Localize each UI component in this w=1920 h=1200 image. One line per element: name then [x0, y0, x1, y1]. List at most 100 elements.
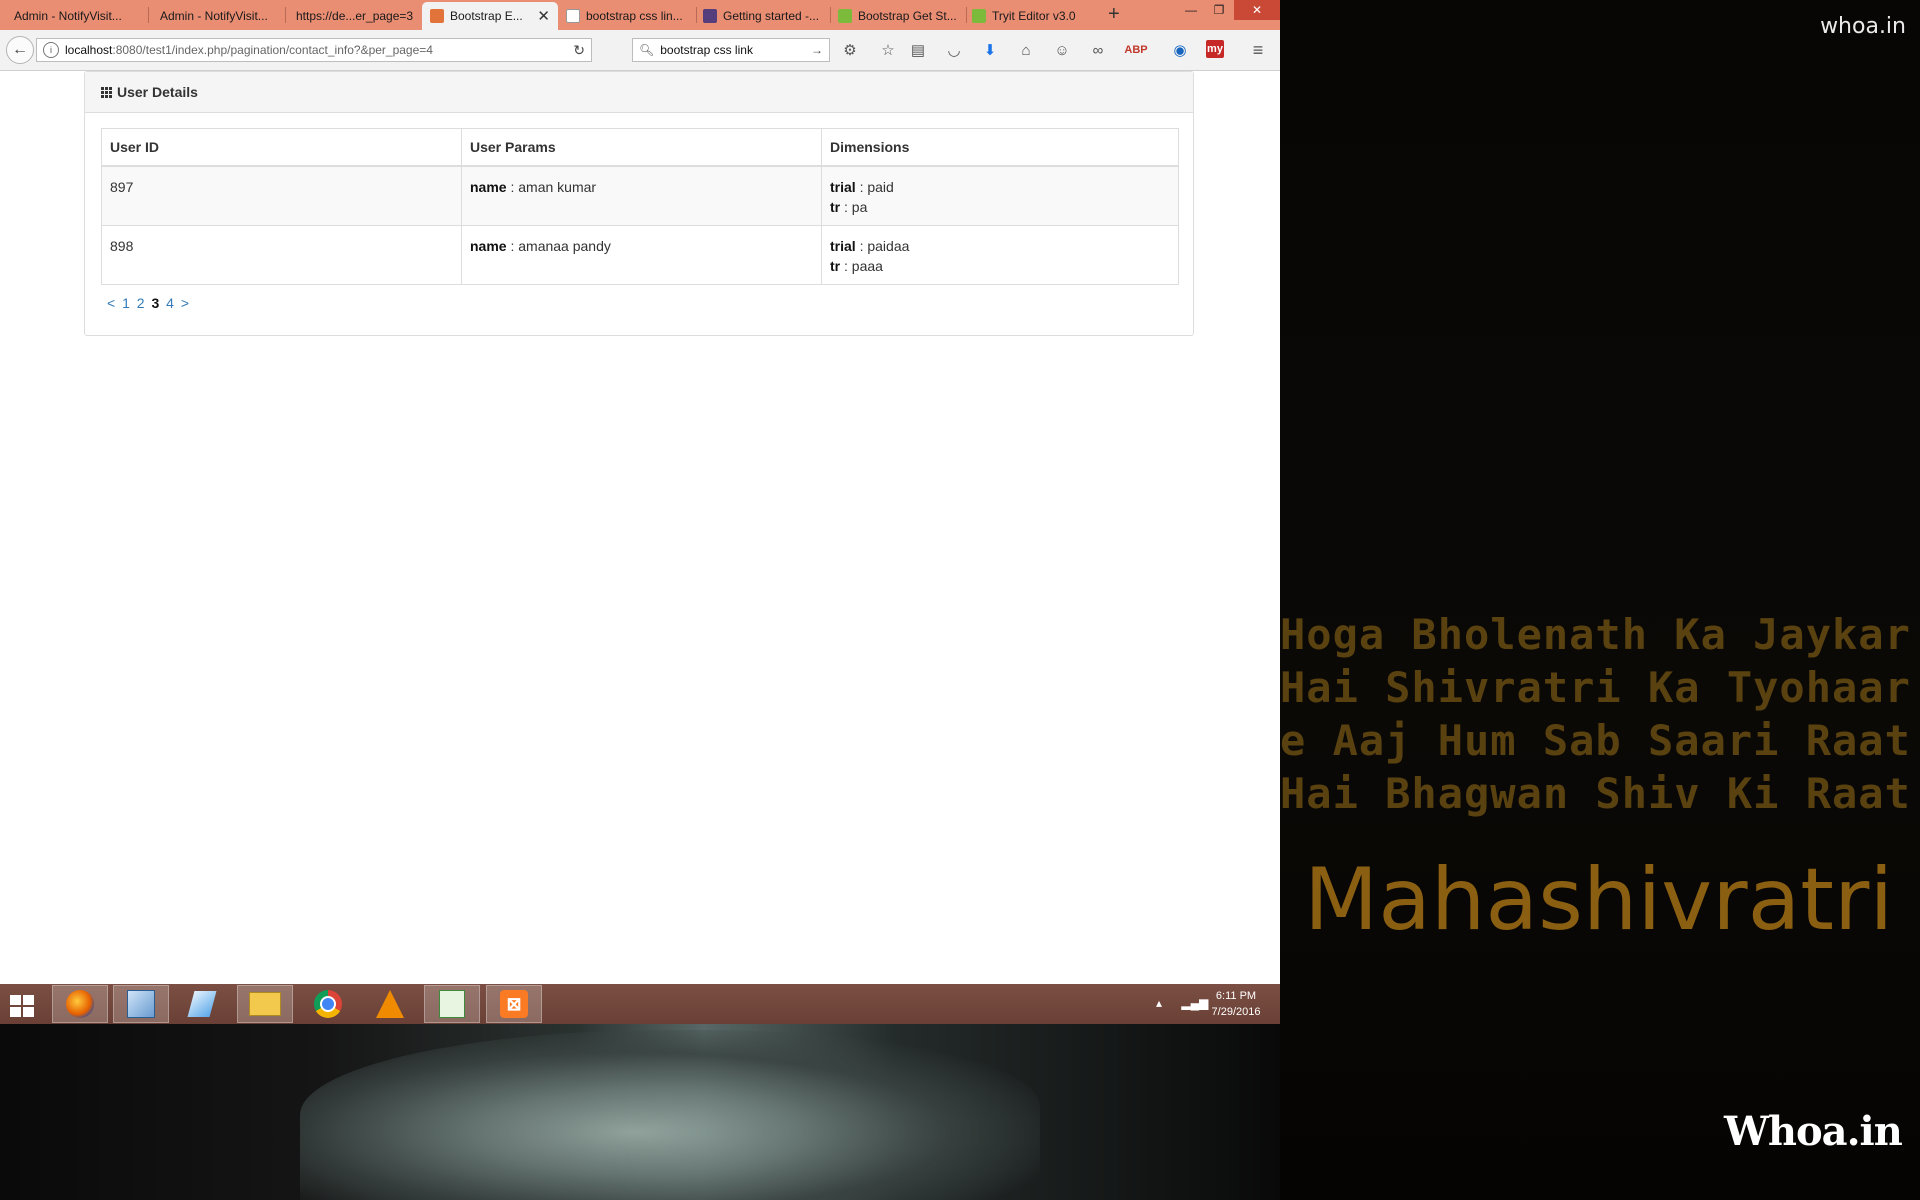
xampp-icon: ⊠: [500, 990, 528, 1018]
bookmarks-menu-icon[interactable]: ▤: [908, 40, 928, 60]
tab-google-search[interactable]: bootstrap css lin...: [566, 2, 696, 30]
hamburger-menu-icon[interactable]: ≡: [1248, 40, 1268, 60]
tab-bootstrap-active[interactable]: Bootstrap E... ✕: [422, 2, 558, 30]
column-header-user-params: User Params: [461, 128, 822, 167]
taskbar-task-manager[interactable]: [424, 985, 480, 1023]
taskbar-xampp[interactable]: ⊠: [486, 985, 542, 1023]
search-go-icon[interactable]: →: [811, 43, 823, 57]
taskbar-firefox[interactable]: [52, 985, 108, 1023]
search-value: bootstrap css link: [660, 43, 753, 57]
user-id-cell: 898: [101, 225, 462, 285]
pagination-page-4[interactable]: 4: [166, 295, 174, 311]
wallpaper-poem: Hoga Bholenath Ka Jaykar Hai Shivratri K…: [1280, 608, 1920, 820]
virtualbox-icon: [127, 990, 155, 1018]
my-extension-icon[interactable]: my: [1206, 40, 1224, 58]
addon-icon[interactable]: ⚙: [840, 40, 860, 60]
tab-bootstrap-get-started[interactable]: Bootstrap Get St...: [838, 2, 966, 30]
column-header-user-id: User ID: [101, 128, 462, 167]
param-value: aman kumar: [518, 179, 597, 195]
dim-value: pa: [851, 199, 868, 215]
wallpaper-logo: Whoa.in: [1724, 1108, 1903, 1155]
taskbar-vlc[interactable]: [362, 985, 418, 1023]
new-tab-button[interactable]: +: [1108, 3, 1120, 26]
extension-icon[interactable]: ◉: [1170, 40, 1190, 60]
poem-line: Hoga Bholenath Ka Jaykar: [1280, 610, 1911, 659]
tab-admin-1[interactable]: Admin - NotifyVisit...: [14, 2, 136, 30]
taskbar-chrome[interactable]: [300, 985, 356, 1023]
taskbar-app[interactable]: [174, 985, 230, 1023]
dim-value: paaa: [851, 258, 883, 274]
bootstrap-favicon-icon: [703, 9, 717, 23]
pagination-next-link[interactable]: >: [181, 295, 189, 311]
user-params-cell: name : amanaa pandy: [461, 225, 822, 285]
dim-key: tr: [830, 199, 841, 215]
dim-key: trial: [830, 179, 856, 195]
bookmark-star-icon[interactable]: ☆: [878, 40, 898, 60]
tab-label: bootstrap css lin...: [586, 9, 683, 23]
user-id-cell: 897: [101, 165, 462, 226]
pagination-prev-link[interactable]: <: [107, 295, 115, 311]
adblock-icon[interactable]: ABP: [1124, 40, 1147, 60]
pagination-page-2[interactable]: 2: [137, 295, 145, 311]
tab-label: Bootstrap Get St...: [858, 9, 957, 23]
tab-url-page[interactable]: https://de...er_page=3: [296, 2, 420, 30]
tab-tryit-editor[interactable]: Tryit Editor v3.0: [972, 2, 1100, 30]
param-value: amanaa pandy: [518, 238, 611, 254]
taskbar-file-explorer[interactable]: [237, 985, 293, 1023]
taskbar-clock[interactable]: 6:11 PM 7/29/2016: [1200, 988, 1272, 1020]
dim-key: tr: [830, 258, 841, 274]
pagination-page-1[interactable]: 1: [122, 295, 130, 311]
wallpaper-dark-area: [1280, 0, 1920, 1200]
firefox-icon: [66, 990, 94, 1018]
dimensions-cell: trial : paidaa tr : paaa: [821, 225, 1179, 285]
tab-admin-2[interactable]: Admin - NotifyVisit...: [160, 2, 280, 30]
reload-icon[interactable]: ↻: [573, 42, 585, 59]
downloads-icon[interactable]: ⬇: [980, 40, 1000, 60]
dimensions-cell: trial : paid tr : pa: [821, 165, 1179, 226]
chart-app-icon: [439, 990, 465, 1018]
tab-getting-started[interactable]: Getting started -...: [703, 2, 831, 30]
address-bar[interactable]: i localhost:8080/test1/index.php/paginat…: [36, 38, 592, 62]
xampp-favicon-icon: [430, 9, 444, 23]
clock-date: 7/29/2016: [1211, 1006, 1261, 1018]
url-path: :8080/test1/index.php/pagination/contact…: [112, 43, 433, 57]
close-tab-icon[interactable]: ✕: [537, 7, 550, 25]
tab-label: Getting started -...: [723, 9, 820, 23]
minimize-button[interactable]: —: [1176, 0, 1206, 20]
tab-label: Admin - NotifyVisit...: [14, 9, 122, 23]
poem-line: Hai Bhagwan Shiv Ki Raat: [1280, 769, 1911, 818]
th-grid-icon: [101, 86, 112, 98]
restore-button[interactable]: ❐: [1204, 0, 1234, 20]
windows-taskbar: ⊠ ▴ ▂▄▆ 6:11 PM 7/29/2016: [0, 984, 1280, 1024]
tab-strip: Admin - NotifyVisit... Admin - NotifyVis…: [0, 0, 1280, 30]
table-header-row: User ID User Params Dimensions: [101, 128, 1179, 167]
tab-label: https://de...er_page=3: [296, 9, 414, 23]
tray-arrow-icon[interactable]: ▴: [1156, 996, 1162, 1010]
param-key: name: [470, 238, 507, 254]
w3schools-favicon-icon: [972, 9, 986, 23]
hello-icon[interactable]: ☺: [1052, 40, 1072, 60]
tab-label: Bootstrap E...: [450, 9, 523, 23]
notepad-app-icon: [187, 991, 217, 1017]
taskbar-virtualbox[interactable]: [113, 985, 169, 1023]
pagination-current-page: 3: [151, 295, 160, 311]
pocket-icon[interactable]: ◡: [944, 40, 964, 60]
vlc-cone-icon: [376, 990, 404, 1018]
back-button[interactable]: ←: [6, 36, 34, 64]
home-icon[interactable]: ⌂: [1016, 40, 1036, 60]
param-key: name: [470, 179, 507, 195]
site-info-icon[interactable]: i: [43, 42, 59, 58]
private-mask-icon[interactable]: ∞: [1088, 40, 1108, 60]
user-table: User ID User Params Dimensions 897 name …: [101, 128, 1179, 285]
start-button[interactable]: [0, 985, 56, 1023]
dim-key: trial: [830, 238, 856, 254]
dim-value: paid: [867, 179, 894, 195]
chrome-icon: [314, 990, 342, 1018]
search-bar[interactable]: 🔍︎ bootstrap css link →: [632, 38, 830, 62]
panel-heading: User Details: [85, 72, 1193, 113]
wallpaper-watermark: whoa.in: [1820, 14, 1906, 39]
search-icon: 🔍︎: [639, 43, 655, 57]
window-close-button[interactable]: ✕: [1234, 0, 1280, 20]
user-params-cell: name : aman kumar: [461, 165, 822, 226]
table-row: 897 name : aman kumar trial : paid tr : …: [101, 165, 1179, 226]
